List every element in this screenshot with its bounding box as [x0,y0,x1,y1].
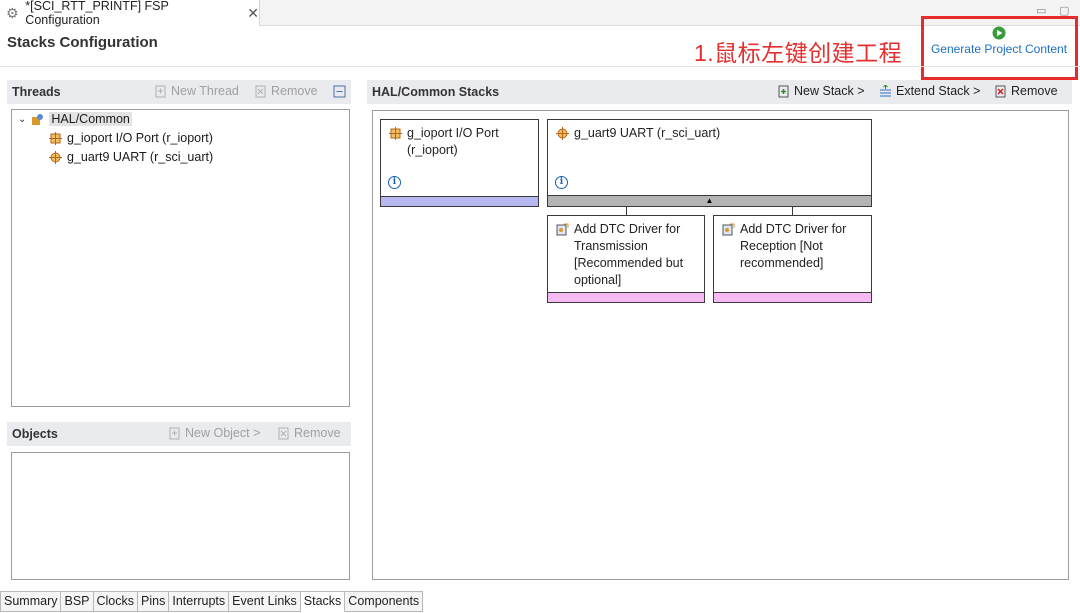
editor-tab-bar: ⚙ *[SCI_RTT_PRINTF] FSP Configuration ✕ … [0,0,1080,27]
generate-project-content-label: Generate Project Content [930,42,1068,56]
extend-stack-button[interactable]: Extend Stack > [879,84,980,98]
collapse-toggle[interactable]: ▲ [548,195,871,206]
new-thread-label: New Thread [171,84,239,98]
close-icon[interactable]: ✕ [247,5,259,22]
threads-header: Threads New Thread Remove [7,80,351,104]
stack-card-label: Add DTC Driver for Reception [Not recomm… [740,222,847,270]
green-play-icon [992,26,1006,40]
tab-pins[interactable]: Pins [138,591,170,612]
hal-common-icon [32,113,44,125]
module-icon [49,150,62,164]
stack-card-title: Add DTC Driver for Transmission [Recomme… [556,221,696,289]
collapse-all-icon[interactable] [333,85,346,98]
sub-card-dtc-transmission[interactable]: Add DTC Driver for Transmission [Recomme… [547,215,705,303]
add-driver-icon [722,223,735,236]
remove-icon [278,427,289,439]
objects-header: Objects New Object > Remove [7,422,351,446]
stack-card-title: g_ioport I/O Port (r_ioport) [389,125,527,159]
tree-item-label: g_ioport I/O Port (r_ioport) [67,131,213,145]
extend-stack-label: Extend Stack > [896,84,981,98]
new-object-button[interactable]: New Object > [168,426,260,440]
tab-interrupts[interactable]: Interrupts [169,591,230,612]
editor-tab-title: *[SCI_RTT_PRINTF] FSP Configuration [25,0,169,27]
new-thread-button[interactable]: New Thread [154,84,239,98]
module-color-bar [381,196,538,206]
remove-object-button[interactable]: Remove [277,426,341,440]
new-stack-icon [778,85,789,97]
stack-card-label: g_ioport I/O Port (r_ioport) [407,126,499,157]
divider [0,66,1080,67]
info-icon[interactable]: i [555,176,568,189]
module-icon [49,131,62,145]
remove-thread-label: Remove [271,84,318,98]
gear-icon: ⚙ [6,5,19,21]
tree-item-ioport[interactable]: g_ioport I/O Port (r_ioport) [49,131,213,145]
stack-card-ioport[interactable]: g_ioport I/O Port (r_ioport) i [380,119,539,207]
add-driver-icon [556,223,569,236]
info-icon[interactable]: i [388,176,401,189]
tab-bsp[interactable]: BSP [61,591,94,612]
remove-thread-button[interactable]: Remove [254,84,318,98]
annotation-label: 1.鼠标左键创建工程 [694,40,903,66]
chevron-down-icon[interactable]: ⌄ [18,114,26,125]
tab-summary[interactable]: Summary [0,591,62,612]
new-thread-icon [155,85,166,97]
stack-card-title: Add DTC Driver for Reception [Not recomm… [722,221,862,272]
tab-stacks[interactable]: Stacks [300,591,346,612]
tab-components[interactable]: Components [345,591,424,612]
tab-clocks[interactable]: Clocks [93,591,139,612]
tree-item-hal-common[interactable]: ⌄ HAL/Common [18,112,132,126]
tree-item-label: g_uart9 UART (r_sci_uart) [67,150,214,164]
stack-card-title: g_uart9 UART (r_sci_uart) [556,125,720,142]
threads-tree: ⌄ HAL/Common g_ioport I/O Port (r_ioport… [11,109,350,407]
remove-stack-button[interactable]: Remove [994,84,1058,98]
module-icon [389,127,402,140]
new-stack-label: New Stack > [794,84,865,98]
objects-list [11,452,350,580]
editor-tab[interactable]: ⚙ *[SCI_RTT_PRINTF] FSP Configuration ✕ [0,0,260,27]
tree-item-label: HAL/Common [49,112,132,126]
new-stack-button[interactable]: New Stack > [777,84,865,98]
dtc-color-bar [714,292,871,302]
tab-event-links[interactable]: Event Links [229,591,301,612]
page-title: Stacks Configuration [7,34,158,51]
stacks-title: HAL/Common Stacks [372,85,500,99]
remove-icon [255,85,266,97]
module-icon [556,127,569,140]
tree-item-uart[interactable]: g_uart9 UART (r_sci_uart) [49,150,213,164]
remove-stack-label: Remove [1011,84,1058,98]
configuration-tabs: Summary BSP Clocks Pins Interrupts Event… [0,591,424,613]
remove-object-label: Remove [294,426,341,440]
new-object-label: New Object > [185,426,261,440]
new-object-icon [169,427,180,439]
generate-project-content-button[interactable]: Generate Project Content [924,26,1074,56]
stacks-header: HAL/Common Stacks New Stack > Extend Sta… [367,80,1072,104]
extend-stack-icon [880,84,891,96]
objects-title: Objects [12,427,58,441]
stack-card-label: g_uart9 UART (r_sci_uart) [574,126,721,140]
stack-card-uart[interactable]: g_uart9 UART (r_sci_uart) i ▲ [547,119,872,207]
remove-icon [995,85,1006,97]
sub-card-dtc-reception[interactable]: Add DTC Driver for Reception [Not recomm… [713,215,872,303]
dtc-color-bar [548,292,704,302]
threads-title: Threads [12,85,61,99]
stack-card-label: Add DTC Driver for Transmission [Recomme… [574,222,684,287]
